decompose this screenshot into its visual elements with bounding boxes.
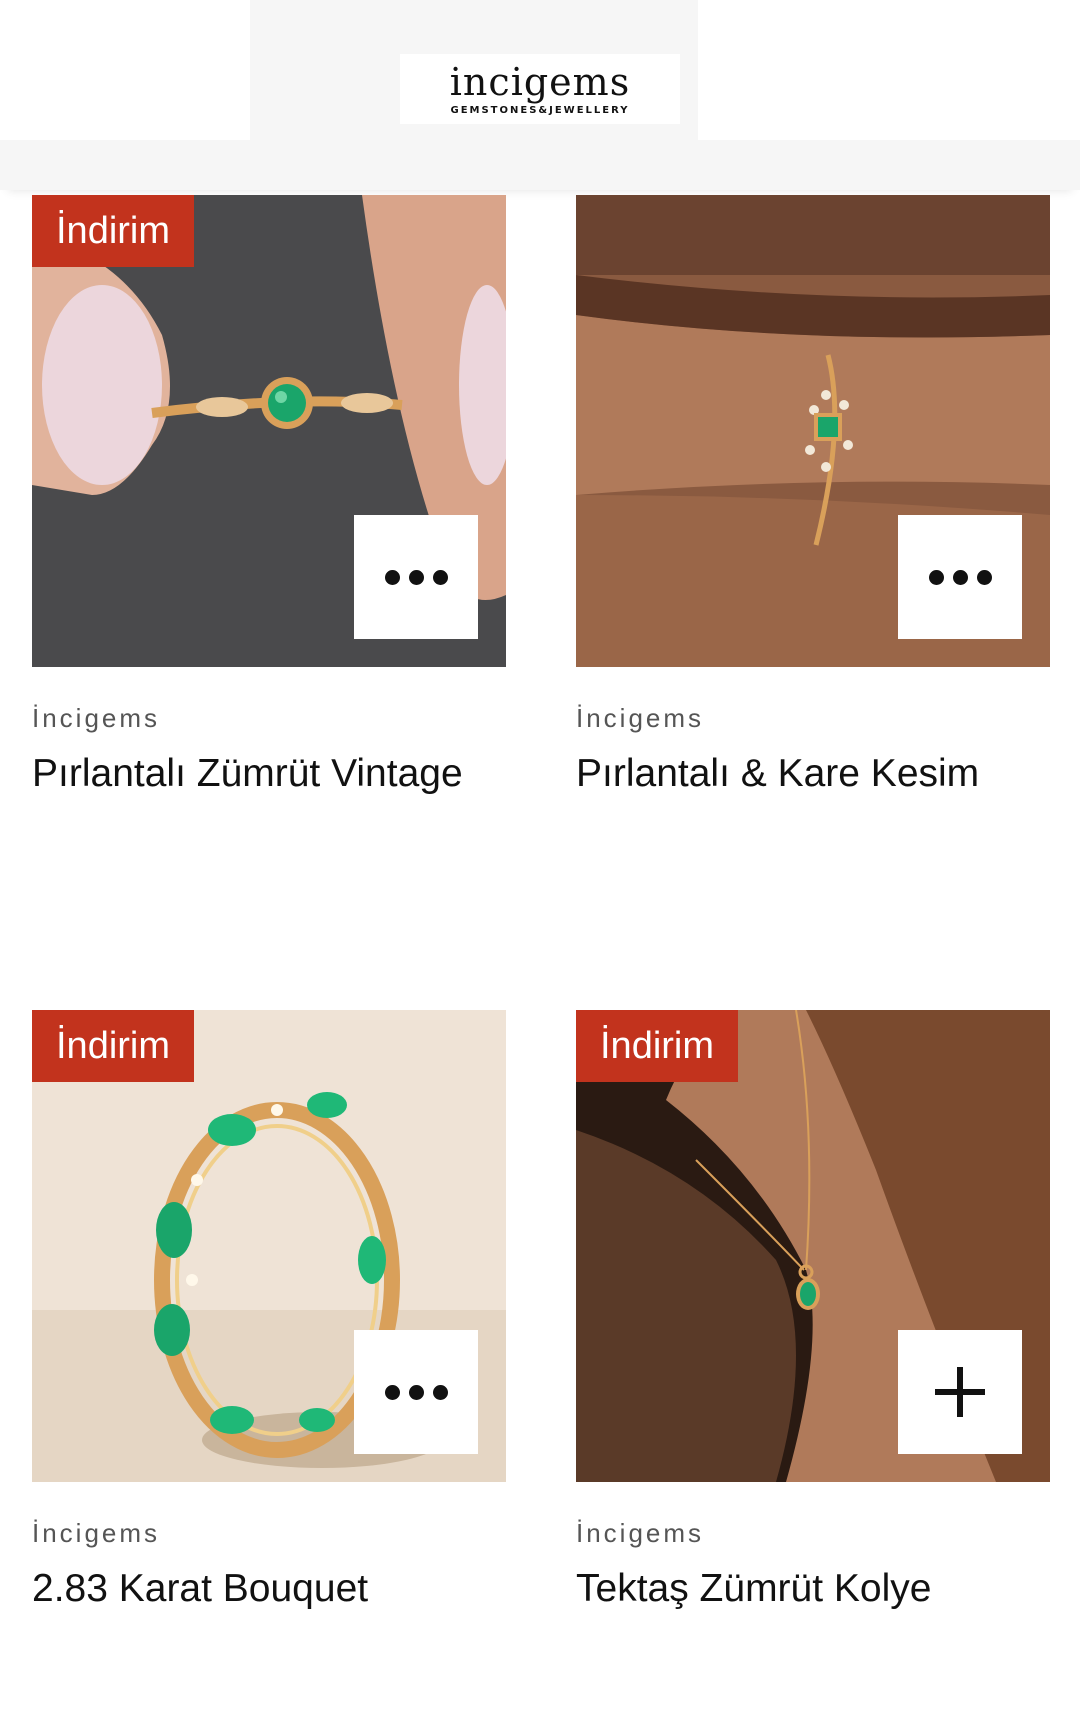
more-dots-icon xyxy=(384,569,448,585)
product-card[interactable]: İndirim İncigems 2.83 Karat Bouquet xyxy=(32,1010,506,1611)
product-vendor: İncigems xyxy=(576,703,705,733)
product-image[interactable] xyxy=(576,195,1050,667)
discount-badge: İndirim xyxy=(576,1010,739,1082)
product-title[interactable]: 2.83 Karat Bouquet xyxy=(32,1567,506,1611)
product-image[interactable]: İndirim xyxy=(32,1010,506,1482)
store-logo[interactable]: incigems GEMSTONES&JEWELLERY xyxy=(400,54,680,124)
more-dots-icon xyxy=(928,569,992,585)
product-title[interactable]: Pırlantalı Zümrüt Vintage xyxy=(32,752,506,796)
product-title[interactable]: Pırlantalı & Kare Kesim xyxy=(576,752,1050,796)
product-vendor: İncigems xyxy=(32,703,161,733)
add-to-cart-button[interactable] xyxy=(898,1330,1022,1454)
more-options-button[interactable] xyxy=(898,515,1022,639)
product-image[interactable]: İndirim xyxy=(32,195,506,667)
product-card[interactable]: İndirim İncigems Pırlantalı Zümrüt Vinta… xyxy=(32,195,506,796)
product-vendor: İncigems xyxy=(32,1518,161,1548)
more-options-button[interactable] xyxy=(354,515,478,639)
discount-badge: İndirim xyxy=(32,195,195,267)
header-bottom-strip xyxy=(0,140,1080,190)
plus-icon xyxy=(935,1367,985,1417)
header-right-area xyxy=(698,0,1080,158)
product-vendor: İncigems xyxy=(576,1518,705,1548)
more-options-button[interactable] xyxy=(354,1330,478,1454)
discount-badge: İndirim xyxy=(32,1010,195,1082)
header-left-area xyxy=(0,0,250,140)
product-card[interactable]: İndirim İncigems Tektaş Zümrüt Kolye xyxy=(576,1010,1050,1611)
more-dots-icon xyxy=(384,1384,448,1400)
logo-wordmark: incigems xyxy=(449,59,631,104)
product-card[interactable]: İncigems Pırlantalı & Kare Kesim xyxy=(576,195,1050,796)
product-title[interactable]: Tektaş Zümrüt Kolye xyxy=(576,1567,1050,1611)
logo-tagline: GEMSTONES&JEWELLERY xyxy=(450,104,630,116)
product-image[interactable]: İndirim xyxy=(576,1010,1050,1482)
